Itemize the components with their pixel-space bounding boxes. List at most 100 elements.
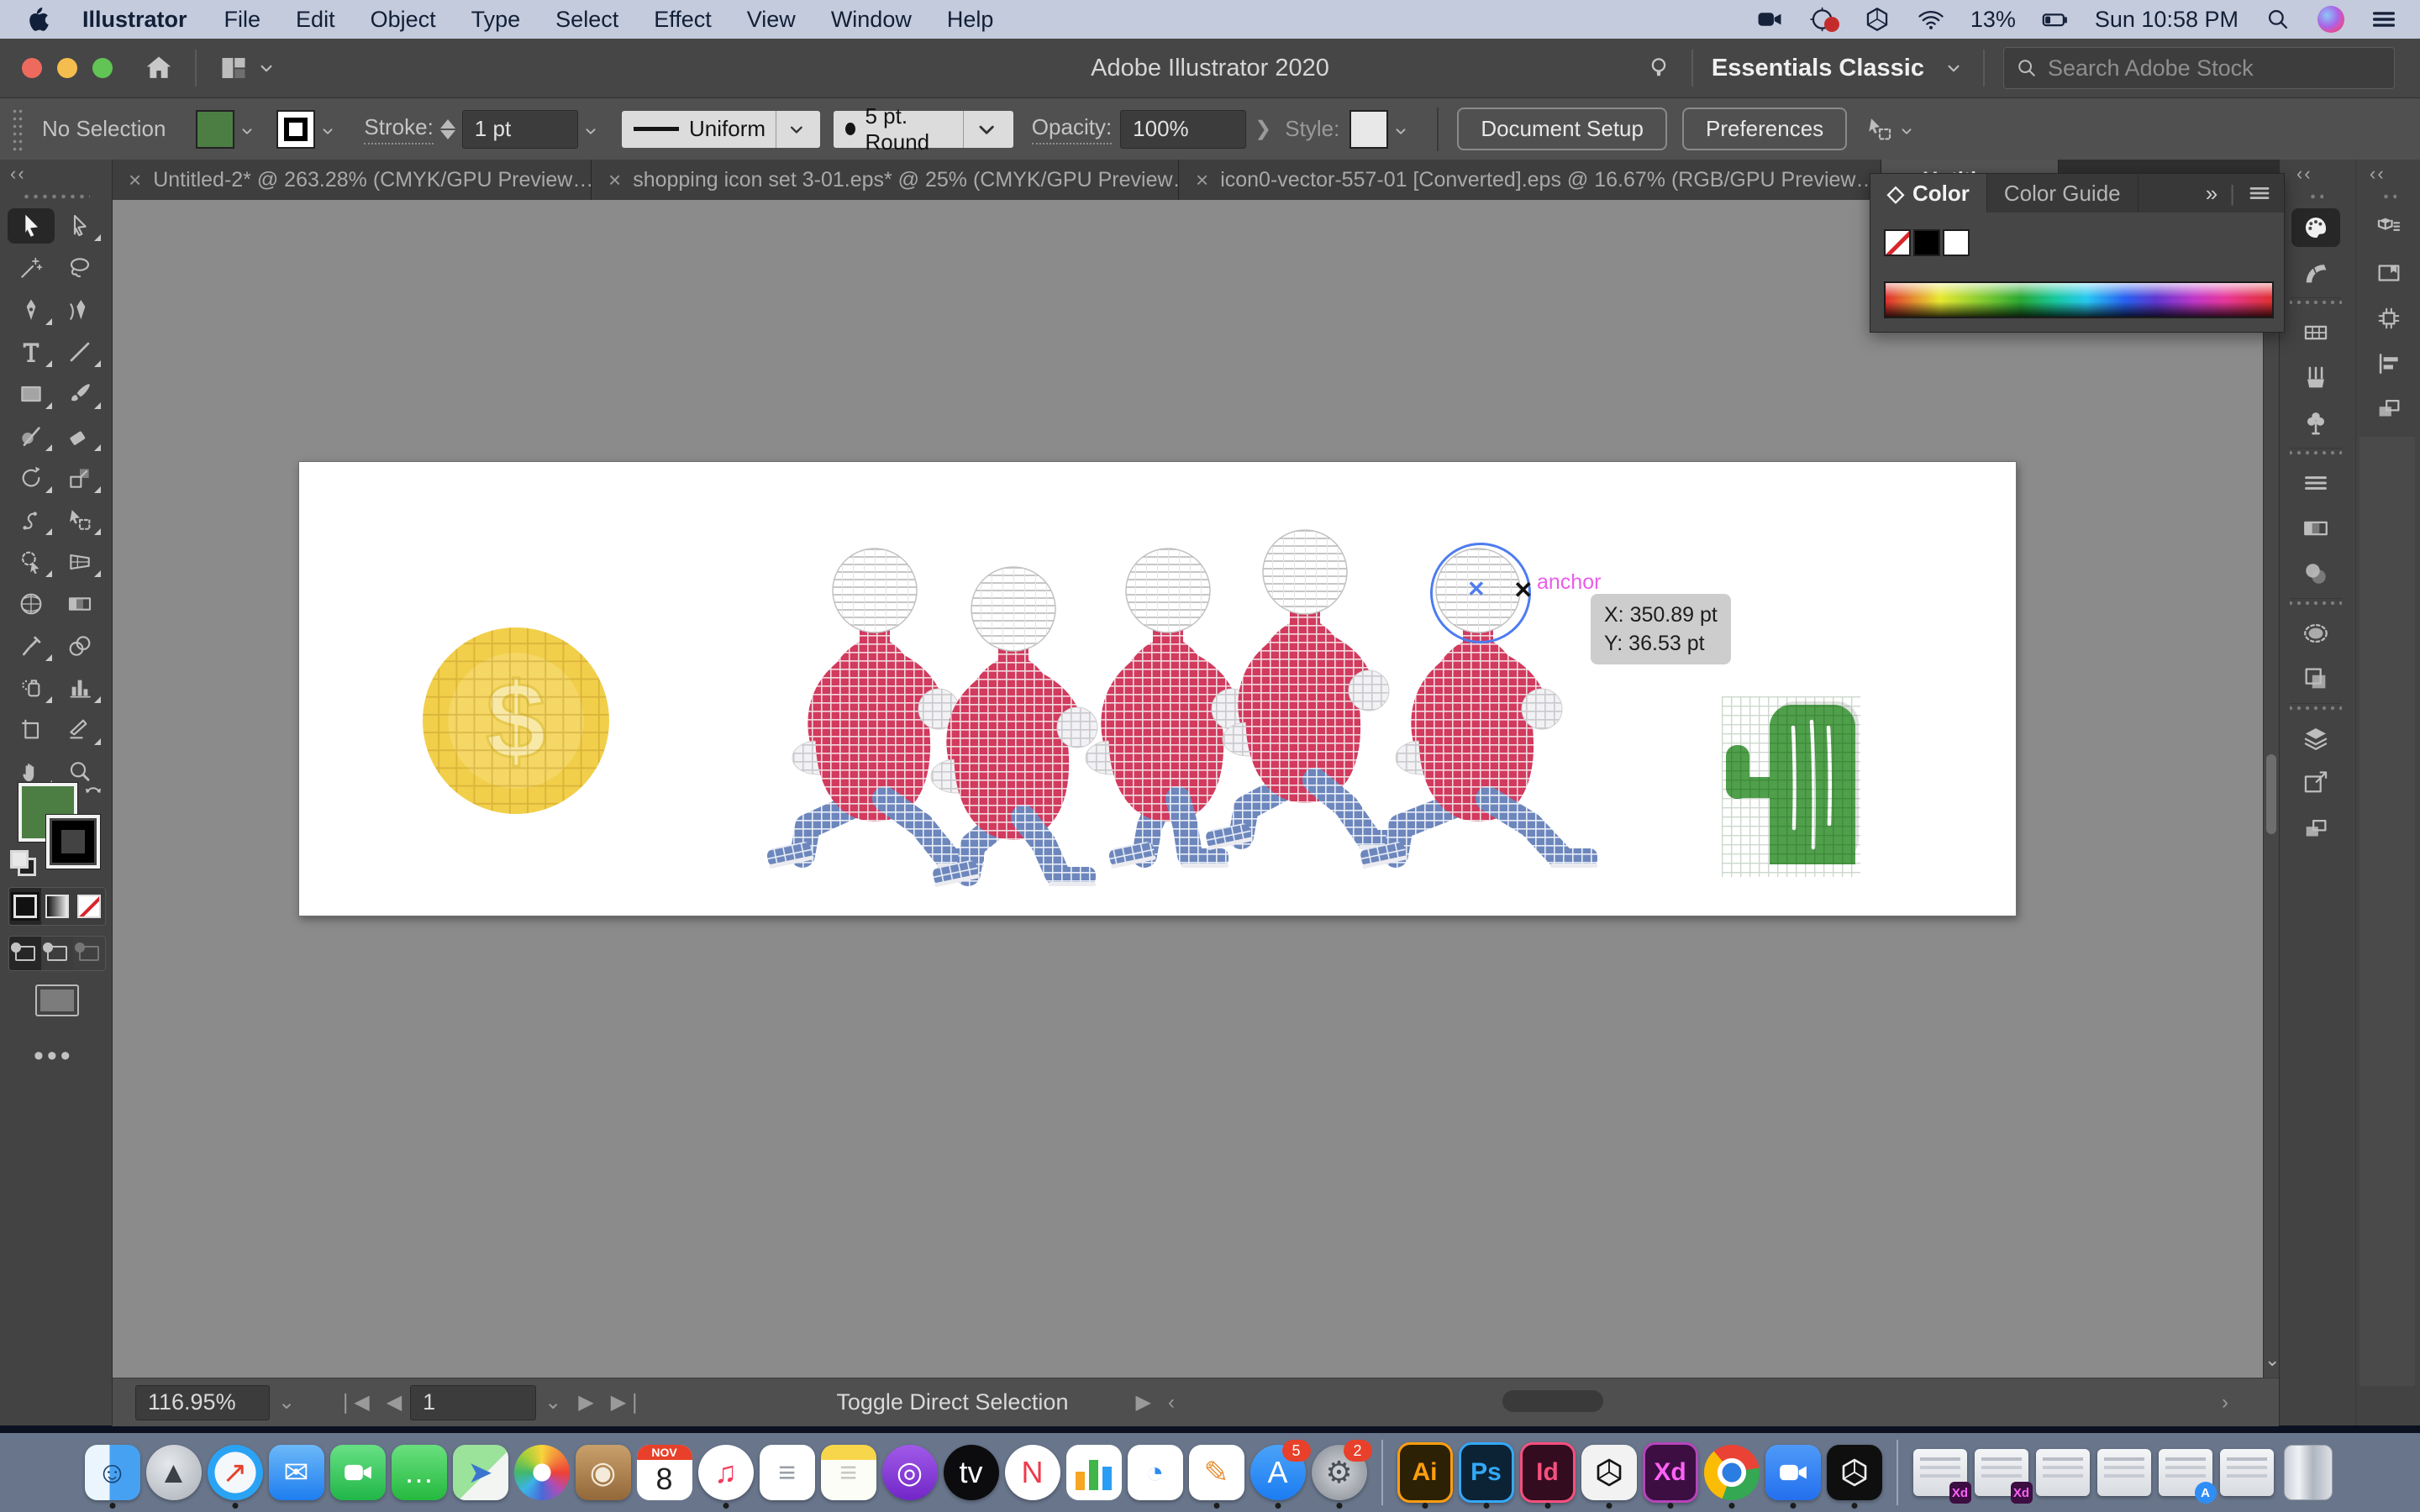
document-tab[interactable]: ×icon0-vector-557-01 [Converted].eps @ 1… [1179,160,1881,200]
stroke-weight-field[interactable]: 1 pt [462,110,578,149]
dock-app-store[interactable]: A5 [1250,1445,1306,1500]
adobe-stock-search[interactable] [2003,47,2395,89]
dock-messages[interactable]: … [392,1445,447,1500]
menu-effect[interactable]: Effect [654,7,712,33]
swatches-panel-icon[interactable] [2291,313,2340,352]
align-glyphs-icon[interactable] [1865,115,1894,144]
artboard-number-field[interactable]: 1 [410,1385,536,1420]
expand-panels-button[interactable]: ‹‹ [2286,160,2345,185]
dock-zoom-app[interactable] [1765,1445,1821,1500]
recording-status-icon[interactable] [1809,5,1838,34]
document-tab[interactable]: ×Untitled-2* @ 263.28% (CMYK/GPU Preview… [112,160,592,200]
layers-panel-icon[interactable] [2291,719,2340,758]
dock-minimized-window[interactable] [2096,1445,2152,1500]
dock-minimized-window[interactable]: A [2158,1445,2213,1500]
status-tray-menu-icon[interactable]: ▶ [1135,1390,1150,1415]
cactus-artwork[interactable] [1722,696,1860,877]
tab-color[interactable]: ◇ Color [1870,174,1987,213]
swatch-black[interactable] [1913,229,1940,256]
brushes-panel-icon[interactable] [2291,359,2340,397]
artboards-panel-icon[interactable] [2365,299,2413,338]
panel-group-divider[interactable] [2290,598,2342,607]
scale-tool[interactable] [56,460,103,496]
horizontal-scrollbar-thumb[interactable] [1502,1390,1603,1412]
close-window-button[interactable] [22,58,42,78]
swap-fill-stroke-icon[interactable] [81,781,106,806]
dock-music[interactable]: ♫ [698,1445,754,1500]
eyedropper-tool[interactable] [8,628,55,664]
first-artboard-button[interactable]: ❘◀ [337,1390,370,1415]
artboard-tool[interactable] [8,712,55,748]
color-panel-icon[interactable] [2291,208,2340,247]
chevron-down-icon[interactable] [318,120,337,139]
pen-tool[interactable] [8,292,55,328]
dock-unity-dark[interactable] [1827,1445,1882,1500]
magic-wand-tool[interactable] [8,250,55,286]
paint-color-button[interactable] [9,888,41,925]
menu-type[interactable]: Type [471,7,521,33]
last-artboard-button[interactable]: ▶❘ [611,1390,644,1415]
symbols-panel-icon[interactable] [2291,404,2340,443]
dock-finder[interactable]: ☺ [85,1445,140,1500]
dock-notes[interactable]: ≡ [821,1445,876,1500]
lasso-tool[interactable] [56,250,103,286]
tab-close-icon[interactable]: × [608,167,621,193]
dock-calendar[interactable]: NOV8 [637,1445,692,1500]
panel-expand-icon[interactable]: » [2206,181,2217,207]
menu-clock[interactable]: Sun 10:58 PM [2095,7,2238,33]
dock-podcasts[interactable]: ◎ [882,1445,938,1500]
arrange-documents-button[interactable] [218,53,249,83]
document-tab[interactable]: ×shopping icon set 3-01.eps* @ 25% (CMYK… [592,160,1179,200]
dock-mail[interactable]: ✉ [269,1445,324,1500]
chevron-down-icon[interactable] [1392,120,1410,139]
blend-tool[interactable] [56,628,103,664]
shape-builder-tool[interactable] [8,544,55,580]
properties-panel-icon[interactable] [2365,208,2413,247]
status-tray-label[interactable]: Toggle Direct Selection [836,1389,1068,1415]
dock-safari[interactable]: ↗ [208,1445,263,1500]
dock-reminders[interactable]: ≡ [760,1445,815,1500]
dock-photoshop[interactable]: Ps [1459,1445,1514,1500]
dock-launchpad[interactable]: ▲ [146,1445,202,1500]
chevron-right-icon[interactable]: ❯ [1255,117,1271,141]
expand-panels-button[interactable]: ‹‹ [2360,160,2418,185]
chevron-down-icon[interactable] [581,120,600,139]
panel-group-divider[interactable] [2290,448,2342,457]
rectangle-tool[interactable] [8,376,55,412]
collapse-panel-icon[interactable]: ◇ [1887,181,1904,207]
battery-icon[interactable] [2041,5,2070,34]
canvas[interactable]: $ ✕ ✕ anchor X: 350.89 pt Y: 36.53 pt ⌄ [112,200,2279,1378]
siri-icon[interactable] [2317,6,2344,33]
color-guide-panel-icon[interactable] [2291,254,2340,292]
menu-view[interactable]: View [747,7,796,33]
gradient-panel-icon[interactable] [2291,509,2340,548]
pathfinder-panel-icon[interactable] [2291,810,2340,848]
paint-none-button[interactable] [73,888,105,925]
variable-width-profile-dropdown[interactable]: Uniform [622,111,820,148]
eraser-tool[interactable] [56,418,103,454]
preferences-button[interactable]: Preferences [1682,108,1847,150]
tab-close-icon[interactable]: × [129,167,141,193]
vertical-scrollbar[interactable]: ⌄ [2263,200,2279,1378]
shaper-tool[interactable] [8,418,55,454]
menu-select[interactable]: Select [555,7,618,33]
draw-behind-button[interactable] [41,937,73,970]
edit-toolbar-button[interactable]: ••• [34,1040,74,1073]
dock-numbers[interactable] [1066,1445,1122,1500]
screen-record-icon[interactable] [1755,5,1784,34]
collapse-toolbar-button[interactable]: ‹‹ [0,160,112,185]
chevron-down-icon[interactable]: ⌄ [278,1390,295,1415]
dock-illustrator[interactable]: Ai [1397,1445,1453,1500]
draw-normal-button[interactable] [9,937,41,970]
tab-color-guide[interactable]: Color Guide [1987,174,2139,213]
align-panel-icon[interactable] [2365,344,2413,383]
brush-definition-dropdown[interactable]: 5 pt. Round [834,111,1013,148]
gradient-tool[interactable] [56,586,103,622]
unity-status-icon[interactable] [1863,5,1891,34]
dock-drag-handle[interactable] [2308,192,2323,202]
stroke-weight-stepper[interactable] [440,119,455,139]
selection-tool[interactable] [8,208,55,244]
opacity-label[interactable]: Opacity: [1032,114,1112,144]
slice-tool[interactable] [56,712,103,748]
stroke-label[interactable]: Stroke: [364,114,433,144]
